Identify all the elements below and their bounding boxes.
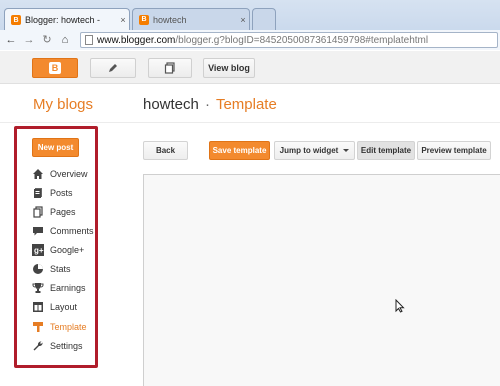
forward-arrow-icon[interactable]: → — [22, 33, 36, 47]
new-post-pencil-button[interactable] — [90, 58, 136, 78]
template-icon — [32, 321, 44, 333]
tab-blogger[interactable]: B Blogger: howtech - × — [4, 8, 130, 31]
mouse-cursor-icon — [395, 299, 405, 313]
layout-icon — [32, 301, 44, 313]
blogger-top-bar: B View blog — [0, 51, 500, 84]
new-post-button[interactable]: New post — [32, 138, 79, 157]
url-path: /blogger.g?blogID=8452050087361459798#te… — [175, 34, 429, 46]
reload-icon[interactable]: ↻ — [40, 33, 54, 47]
sidebar-item-layout[interactable]: Layout — [32, 299, 77, 315]
sidebar-item-posts[interactable]: Posts — [32, 185, 73, 201]
home-icon[interactable]: ⌂ — [58, 33, 72, 47]
wrench-icon — [32, 340, 44, 352]
stats-icon — [32, 263, 44, 275]
svg-text:g+: g+ — [34, 246, 44, 255]
view-blog-button[interactable]: View blog — [203, 58, 255, 78]
page-title: howtech · Template — [143, 96, 277, 113]
posts-icon — [32, 187, 44, 199]
jump-to-widget-dropdown[interactable]: Jump to widget — [274, 141, 355, 160]
back-arrow-icon[interactable]: ← — [4, 33, 18, 47]
blogger-logo-icon: B — [49, 62, 61, 74]
sidebar-item-settings[interactable]: Settings — [32, 338, 83, 354]
edit-template-button[interactable]: Edit template — [357, 141, 415, 160]
sidebar-item-earnings[interactable]: Earnings — [32, 280, 86, 296]
tab-title: howtech — [153, 14, 187, 25]
close-tab-icon[interactable]: × — [237, 15, 249, 25]
sidebar-item-google-plus[interactable]: g+ Google+ — [32, 242, 84, 258]
sidebar-item-label: Pages — [50, 207, 76, 217]
sidebar-item-template[interactable]: Template — [32, 319, 87, 335]
copy-icon — [164, 62, 175, 74]
sidebar-item-overview[interactable]: Overview — [32, 166, 88, 182]
header-divider — [0, 122, 500, 123]
tab-howtech[interactable]: B howtech × — [132, 8, 250, 30]
chevron-down-icon — [343, 149, 350, 152]
pages-icon — [32, 206, 44, 218]
address-bar[interactable]: www.blogger.com/blogger.g?blogID=8452050… — [80, 32, 498, 48]
browser-chrome: B Blogger: howtech - × B howtech × ← → ↻… — [0, 0, 500, 50]
blogger-favicon-icon: B — [139, 14, 149, 25]
sidebar-item-label: Stats — [50, 264, 71, 274]
sidebar-item-label: Posts — [50, 188, 73, 198]
sidebar-item-label: Comments — [50, 226, 94, 236]
section-name: Template — [215, 96, 277, 113]
back-button[interactable]: Back — [143, 141, 188, 160]
comments-icon — [32, 225, 44, 237]
blogger-favicon-icon: B — [11, 15, 21, 25]
my-blogs-link[interactable]: My blogs — [33, 96, 93, 113]
url-host: www.blogger.com — [97, 34, 176, 46]
browser-toolbar: ← → ↻ ⌂ www.blogger.com/blogger.g?blogID… — [0, 30, 500, 50]
sidebar-item-comments[interactable]: Comments — [32, 223, 94, 239]
close-tab-icon[interactable]: × — [117, 15, 129, 25]
new-tab-button[interactable] — [252, 8, 276, 30]
sidebar-item-label: Earnings — [50, 283, 86, 293]
sidebar-item-stats[interactable]: Stats — [32, 261, 71, 277]
preview-template-button[interactable]: Preview template — [417, 141, 491, 160]
sidebar-item-label: Layout — [50, 302, 78, 312]
sidebar-item-label: Template — [50, 322, 87, 332]
jump-to-widget-label: Jump to widget — [279, 146, 339, 155]
sidebar-item-label: Overview — [50, 169, 88, 179]
pencil-icon — [109, 64, 117, 72]
tab-title: Blogger: howtech - — [25, 15, 101, 25]
save-template-button[interactable]: Save template — [209, 141, 270, 160]
page-icon — [85, 35, 93, 45]
sidebar-item-pages[interactable]: Pages — [32, 204, 76, 220]
home-icon — [32, 168, 44, 180]
blogger-home-button[interactable]: B — [32, 58, 78, 78]
template-editor[interactable] — [143, 174, 500, 386]
sidebar-item-label: Settings — [50, 341, 83, 351]
blog-name: howtech — [143, 96, 199, 113]
posts-list-button[interactable] — [148, 58, 192, 78]
title-separator: · — [205, 96, 211, 113]
google-plus-icon: g+ — [32, 244, 44, 256]
trophy-icon — [32, 282, 44, 294]
sidebar-item-label: Google+ — [50, 245, 85, 255]
